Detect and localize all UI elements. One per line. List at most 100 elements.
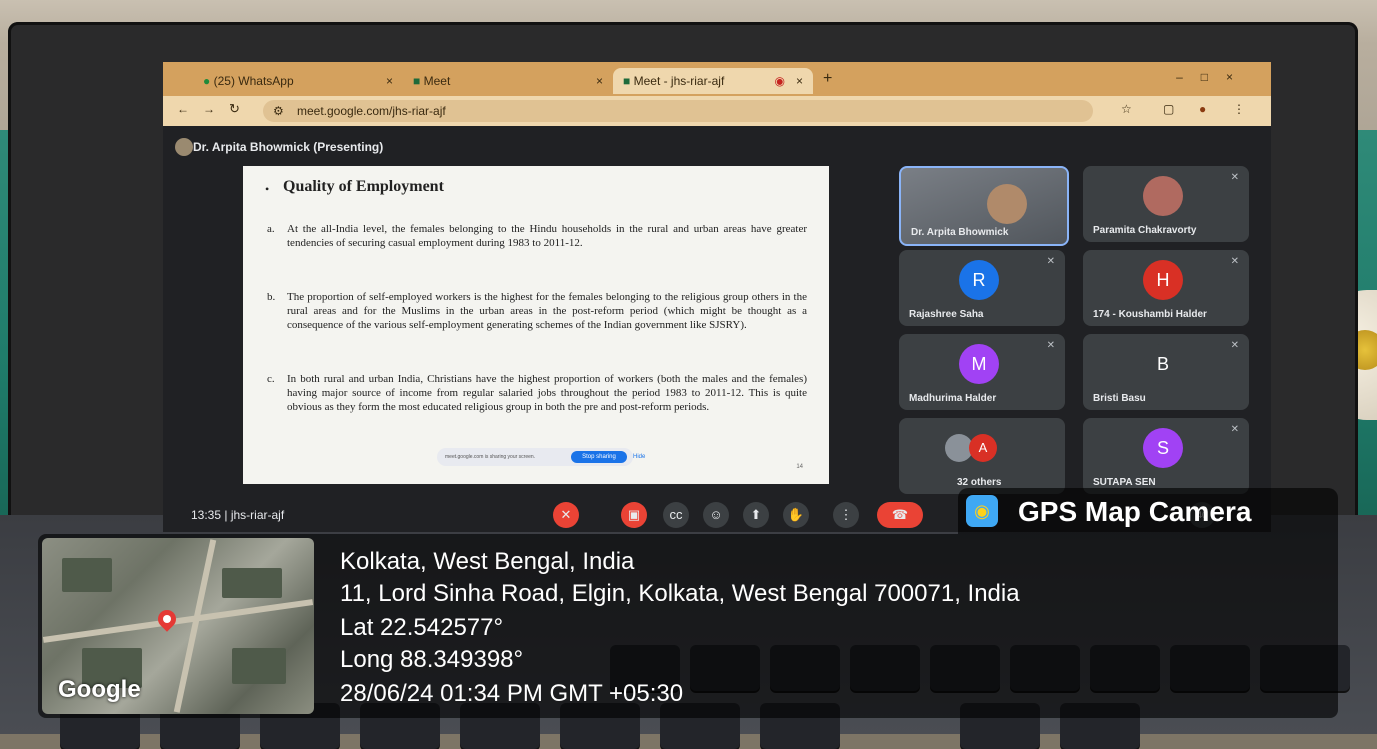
- point-text: In both rural and urban India, Christian…: [287, 373, 807, 413]
- point-marker: b.: [267, 291, 276, 303]
- gps-address: 11, Lord Sinha Road, Elgin, Kolkata, Wes…: [340, 580, 1020, 607]
- meet-icon: ■: [623, 74, 631, 88]
- end-call-icon[interactable]: ☎: [877, 502, 923, 528]
- tab-meet-active[interactable]: ■ Meet - jhs-riar-ajf ◉ ×: [613, 68, 813, 94]
- avatar: M: [959, 344, 999, 384]
- participant-name: Dr. Arpita Bhowmick: [911, 227, 1009, 238]
- tab-label: Meet - jhs-riar-ajf: [633, 74, 725, 88]
- window-controls[interactable]: –□×: [1176, 70, 1251, 84]
- raise-hand-icon[interactable]: ✋: [783, 502, 809, 528]
- extensions-icon[interactable]: ▢: [1163, 102, 1174, 116]
- page-number: 14: [796, 464, 803, 470]
- avatar: [175, 138, 193, 156]
- gps-datetime: 28/06/24 01:34 PM GMT +05:30: [340, 680, 684, 707]
- participant-tile[interactable]: Dr. Arpita Bhowmick: [899, 166, 1069, 246]
- slide-point: a. At the all-India level, the females b…: [267, 222, 807, 250]
- new-tab-button[interactable]: +: [823, 70, 832, 88]
- menu-icon[interactable]: ⋮: [1233, 102, 1245, 116]
- browser-tab-bar: ● (25) WhatsApp × ■ Meet × ■ Meet - jhs-…: [163, 62, 1271, 96]
- gps-longitude: Long 88.349398°: [340, 646, 524, 673]
- meet-window: Dr. Arpita Bhowmick (Presenting) • Quali…: [163, 126, 1271, 532]
- microphone-off-icon: ✕: [1230, 256, 1239, 267]
- time-value: 13:35: [191, 508, 222, 522]
- participant-tile[interactable]: H ✕ 174 - Koushambi Halder: [1083, 250, 1249, 326]
- gps-camera-icon: ◉: [966, 495, 998, 527]
- participant-name: Bristi Basu: [1093, 393, 1146, 404]
- forward-icon[interactable]: →: [203, 102, 215, 116]
- meeting-time: 13:35 | jhs-riar-ajf: [191, 508, 285, 522]
- microphone-off-icon: ✕: [1230, 424, 1239, 435]
- more-options-icon[interactable]: ⋮: [833, 502, 859, 528]
- avatar: H: [1143, 260, 1183, 300]
- microphone-off-icon: ✕: [1046, 340, 1055, 351]
- microphone-off-icon: ✕: [1230, 340, 1239, 351]
- avatar: R: [959, 260, 999, 300]
- avatar: S: [1143, 428, 1183, 468]
- presented-slide: • Quality of Employment a. At the all-In…: [243, 166, 829, 484]
- point-marker: c.: [267, 373, 275, 385]
- share-notice-text: meet.google.com is sharing your screen.: [445, 454, 536, 460]
- participant-tile[interactable]: ✕ Paramita Chakravorty: [1083, 166, 1249, 242]
- participant-name: 174 - Koushambi Halder: [1093, 309, 1207, 320]
- camera-off-icon[interactable]: ▣: [621, 502, 647, 528]
- microphone-off-icon[interactable]: ✕: [553, 502, 579, 528]
- location-map: Google: [42, 538, 314, 714]
- screen-share-notice: meet.google.com is sharing your screen. …: [437, 448, 645, 466]
- stop-sharing-button[interactable]: Stop sharing: [571, 451, 627, 463]
- profile-icon[interactable]: ●: [1199, 102, 1206, 116]
- slide-title: Quality of Employment: [283, 178, 444, 195]
- tab-label: Meet: [423, 74, 451, 88]
- presenter-label: Dr. Arpita Bhowmick (Presenting): [193, 140, 384, 154]
- map-block: [222, 568, 282, 598]
- bullet-icon: •: [265, 182, 270, 196]
- present-icon[interactable]: ⬆: [743, 502, 769, 528]
- reload-icon[interactable]: ↻: [229, 101, 240, 117]
- recording-icon: ◉: [774, 74, 785, 88]
- browser-address-bar: ← → ↻ ⚙ meet.google.com/jhs-riar-ajf ☆ ▢…: [163, 96, 1271, 126]
- map-road: [173, 539, 217, 713]
- meet-icon: ■: [413, 74, 421, 88]
- participant-name: Rajashree Saha: [909, 309, 984, 320]
- map-block: [232, 648, 286, 684]
- participant-tile[interactable]: S ✕ SUTAPA SEN: [1083, 418, 1249, 494]
- captions-icon[interactable]: cc: [663, 502, 689, 528]
- participant-name: Paramita Chakravorty: [1093, 225, 1197, 236]
- participant-name: 32 others: [957, 477, 1002, 488]
- participant-tile[interactable]: R ✕ Rajashree Saha: [899, 250, 1065, 326]
- map-road: [42, 599, 314, 643]
- tab-meet[interactable]: ■ Meet ×: [403, 68, 613, 94]
- close-icon[interactable]: ×: [796, 68, 803, 94]
- slide-point: b. The proportion of self-employed worke…: [267, 290, 807, 332]
- microphone-off-icon: ✕: [1046, 256, 1055, 267]
- bookmark-star-icon[interactable]: ☆: [1121, 102, 1132, 116]
- map-block: [62, 558, 112, 592]
- avatar: A: [969, 434, 997, 462]
- tab-label: (25) WhatsApp: [213, 74, 294, 88]
- tab-whatsapp[interactable]: ● (25) WhatsApp ×: [193, 68, 403, 94]
- avatar: B: [1143, 344, 1183, 384]
- participant-tile[interactable]: A 32 others: [899, 418, 1065, 494]
- gps-app-name: GPS Map Camera: [1018, 496, 1252, 527]
- slide-point: c. In both rural and urban India, Christ…: [267, 372, 807, 414]
- whatsapp-icon: ●: [203, 74, 211, 88]
- avatar: [987, 184, 1027, 224]
- emoji-icon[interactable]: ☺: [703, 502, 729, 528]
- participant-name: SUTAPA SEN: [1093, 477, 1156, 488]
- map-brand: Google: [58, 676, 141, 703]
- participant-tile[interactable]: B ✕ Bristi Basu: [1083, 334, 1249, 410]
- gps-info-panel: Google Kolkata, West Bengal, India 11, L…: [38, 534, 1338, 718]
- point-marker: a.: [267, 223, 275, 235]
- hide-link[interactable]: Hide: [633, 448, 645, 466]
- gps-latitude: Lat 22.542577°: [340, 614, 504, 641]
- back-icon[interactable]: ←: [177, 102, 189, 116]
- participant-name: Madhurima Halder: [909, 393, 997, 404]
- point-text: At the all-India level, the females belo…: [287, 223, 807, 249]
- close-icon[interactable]: ×: [386, 68, 393, 94]
- meeting-code: jhs-riar-ajf: [230, 508, 285, 522]
- avatar: [1143, 176, 1183, 216]
- url-bar[interactable]: ⚙ meet.google.com/jhs-riar-ajf: [263, 100, 1093, 122]
- gps-camera-header: ◉ GPS Map Camera: [958, 488, 1338, 534]
- close-icon[interactable]: ×: [596, 68, 603, 94]
- participant-tile[interactable]: M ✕ Madhurima Halder: [899, 334, 1065, 410]
- laptop-screen: ● (25) WhatsApp × ■ Meet × ■ Meet - jhs-…: [163, 62, 1271, 532]
